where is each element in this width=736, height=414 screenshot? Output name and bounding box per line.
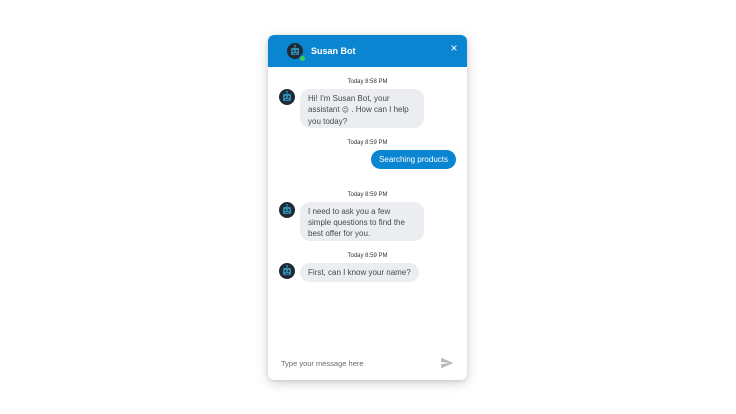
message-timestamp: Today 8:59 PM [347, 253, 388, 259]
bot-message: Hi! I'm Susan Bot, your assistant 😉 . Ho… [300, 89, 424, 128]
message-line: best offer for you. [308, 229, 371, 238]
message-timestamp: Today 8:59 PM [347, 192, 388, 198]
bot-message: I need to ask you a few simple questions… [300, 202, 424, 241]
chat-title: Susan Bot [311, 46, 356, 56]
user-message: Searching products [371, 150, 456, 169]
close-icon: × [450, 41, 458, 55]
message-timestamp: Today 8:59 PM [347, 140, 388, 146]
message-line: assistant 😉 . How can I help [308, 104, 416, 116]
chat-header: Susan Bot × [268, 35, 467, 67]
message-text: . How can I help [349, 105, 409, 114]
robot-icon [279, 202, 295, 218]
message-input[interactable] [281, 356, 431, 370]
chat-widget: Susan Bot × Today 8:58 PM Hi! I'm Susan … [268, 35, 467, 380]
message-line: Hi! I'm Susan Bot, your [308, 94, 390, 103]
robot-icon [279, 263, 295, 279]
message-line: I need to ask you a few [308, 207, 391, 216]
message-text: assistant [308, 105, 342, 114]
bot-message: First, can I know your name? [300, 263, 419, 282]
send-icon[interactable] [440, 356, 454, 370]
wink-emoji-icon: 😉 [341, 107, 350, 114]
message-line: simple questions to find the [308, 218, 405, 227]
robot-icon [279, 89, 295, 105]
close-button[interactable]: × [447, 41, 461, 55]
message-timestamp: Today 8:58 PM [347, 79, 388, 85]
message-composer [268, 346, 467, 380]
online-status-dot [299, 55, 306, 62]
message-line: you today? [308, 117, 348, 126]
